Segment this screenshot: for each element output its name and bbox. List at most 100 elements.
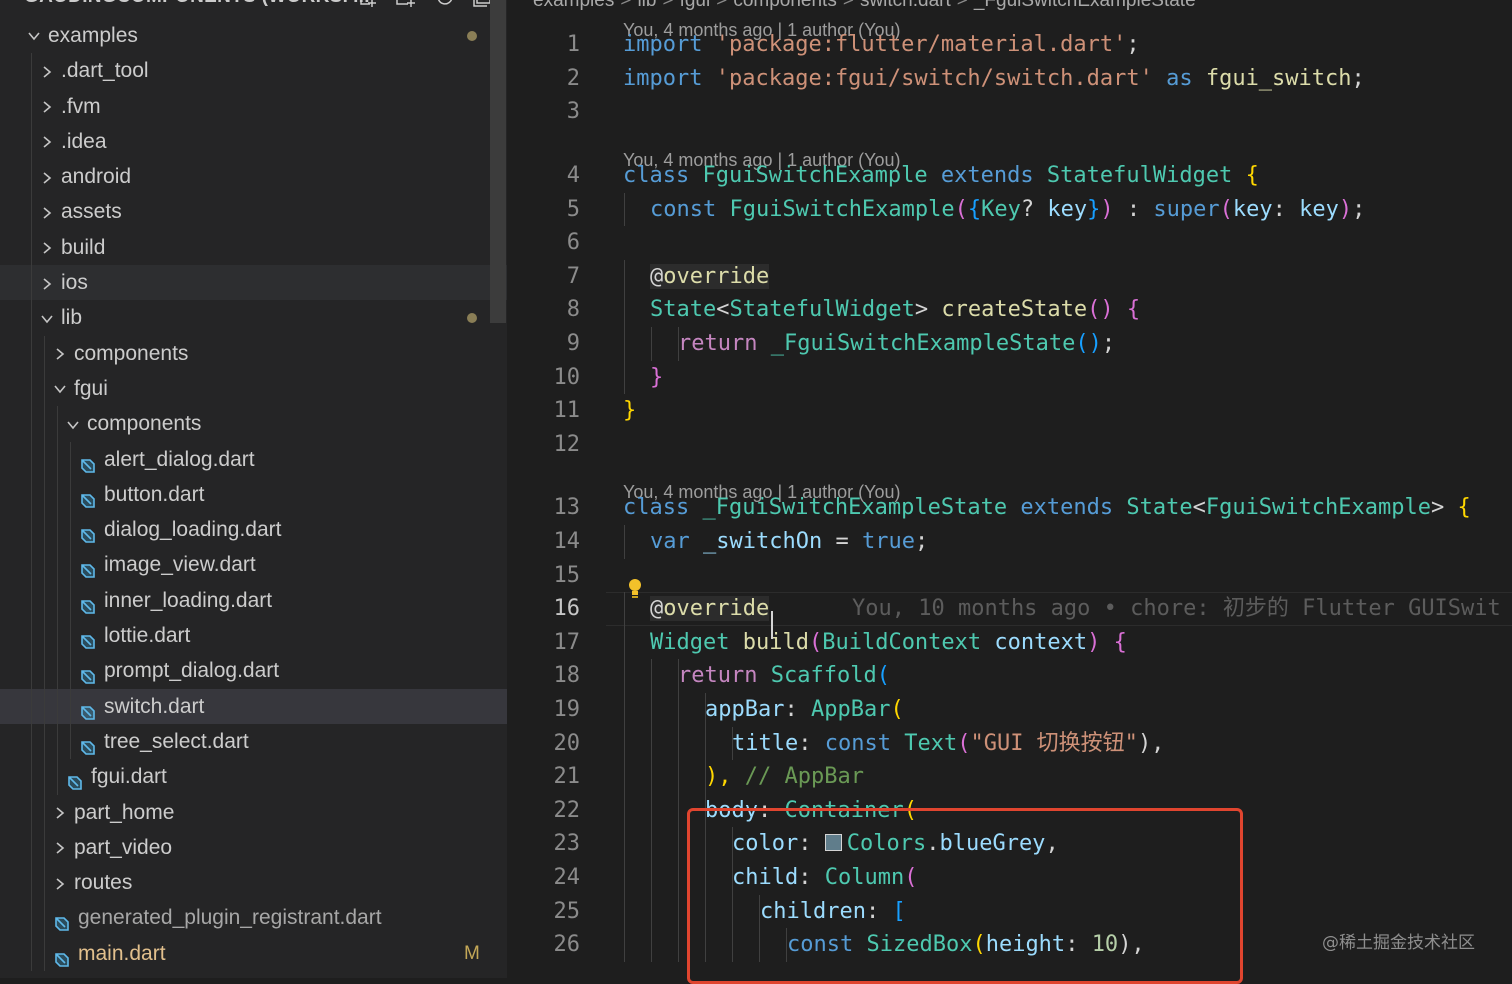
chevron-right-icon[interactable] xyxy=(50,830,70,865)
tree-file[interactable]: image_view.dart xyxy=(0,547,507,583)
tree-file[interactable]: button.dart xyxy=(0,476,507,513)
tree-folder[interactable]: .dart_tool xyxy=(0,53,507,89)
code-token: return xyxy=(678,331,758,356)
code-line[interactable]: 19 appBar: AppBar( xyxy=(507,693,1512,727)
code-token: ) xyxy=(1087,629,1101,655)
code-line[interactable]: 5 const FguiSwitchExample({Key? key}) : s… xyxy=(507,192,1512,227)
line-number: 22 xyxy=(553,797,581,823)
tree-file[interactable]: main.dart M xyxy=(0,935,507,972)
chevron-right-icon[interactable] xyxy=(37,194,57,229)
tree-folder[interactable]: build xyxy=(0,229,507,266)
code-line[interactable]: 13 class _FguiSwitchExampleState extends … xyxy=(507,491,1512,525)
tree-folder[interactable]: .idea xyxy=(0,123,507,160)
code-line[interactable]: 16 @override You, 10 months ago • chore: 初… xyxy=(507,592,1512,626)
code-token: 'package:fgui/switch/switch.dart' xyxy=(715,65,1153,91)
code-line[interactable]: 18 return Scaffold( xyxy=(507,659,1512,693)
code-line[interactable]: 14 var _switchOn = true; xyxy=(507,525,1512,559)
tree-folder[interactable]: components xyxy=(0,335,507,371)
breadcrumb-item[interactable]: fgui xyxy=(680,0,711,11)
chevron-right-icon[interactable] xyxy=(50,336,70,371)
tree-item-label: tree_select.dart xyxy=(104,729,249,753)
chevron-right-icon[interactable] xyxy=(37,230,57,265)
tree-folder[interactable]: fgui xyxy=(0,370,507,407)
dart-file-icon xyxy=(78,521,96,543)
code-text: import 'package:fgui/switch/switch.dart'… xyxy=(623,62,1365,96)
tree-folder[interactable]: .fvm xyxy=(0,88,507,124)
tree-folder[interactable]: routes xyxy=(0,865,507,901)
lightbulb-icon[interactable] xyxy=(627,578,643,600)
code-line[interactable]: 20 title: const Text("GUI 切换按钮"), xyxy=(507,726,1512,761)
tree-folder[interactable]: ios xyxy=(0,265,507,301)
dart-file-icon xyxy=(52,909,70,932)
new-file-icon[interactable] xyxy=(357,0,379,8)
tree-item-label: .idea xyxy=(61,129,107,153)
code-line[interactable]: 3 xyxy=(507,95,1512,129)
breadcrumb-item[interactable]: _FguiSwitchExampleState xyxy=(974,0,1196,11)
code-line[interactable]: 1 import 'package:flutter/material.dart'; xyxy=(507,28,1512,62)
tree-file[interactable]: dialog_loading.dart xyxy=(0,512,507,548)
chevron-right-icon[interactable] xyxy=(50,795,70,830)
tree-item-label: prompt_dialog.dart xyxy=(104,659,280,683)
chevron-right-icon[interactable] xyxy=(37,124,57,159)
code-token: _FguiSwitchExampleState xyxy=(770,331,1076,356)
dart-file-icon xyxy=(52,945,70,967)
code-line[interactable]: 15 xyxy=(507,559,1512,593)
code-line[interactable]: 21), // AppBar xyxy=(507,760,1512,794)
chevron-right-icon[interactable] xyxy=(37,53,57,88)
line-number: 24 xyxy=(553,865,581,890)
chevron-down-icon[interactable] xyxy=(24,18,44,53)
refresh-icon[interactable] xyxy=(434,0,456,8)
code-line[interactable]: 9 return _FguiSwitchExampleState(); xyxy=(507,327,1512,361)
tree-folder[interactable]: part_home xyxy=(0,794,507,830)
breadcrumb-item[interactable]: switch.dart xyxy=(860,0,951,11)
tree-folder[interactable]: examples xyxy=(0,18,507,53)
text-cursor xyxy=(771,611,773,639)
breadcrumb-item[interactable]: components xyxy=(733,0,837,11)
tree-file[interactable]: fgui.dart xyxy=(0,759,507,795)
tree-file[interactable]: inner_loading.dart xyxy=(0,582,507,619)
workspace-title[interactable]: GAODINGCOMPONENTS (WORKSP... xyxy=(24,0,370,8)
indent-guide xyxy=(44,335,45,371)
tree-folder[interactable]: android xyxy=(0,159,507,195)
indent-guide xyxy=(651,928,652,962)
chevron-right-icon[interactable] xyxy=(50,865,70,900)
indent-guide xyxy=(70,441,71,477)
tree-folder[interactable]: components xyxy=(0,406,507,442)
tree-file[interactable]: generated_plugin_registrant.dart xyxy=(0,900,507,936)
code-line[interactable]: 8 State<StatefulWidget> createState() { xyxy=(507,293,1512,327)
chevron-down-icon[interactable] xyxy=(50,371,70,406)
code-line[interactable]: 11} xyxy=(507,394,1512,428)
new-folder-icon[interactable] xyxy=(395,0,417,8)
chevron-right-icon[interactable] xyxy=(37,265,57,300)
tree-file[interactable]: prompt_dialog.dart xyxy=(0,653,507,689)
tree-folder[interactable]: part_video xyxy=(0,829,507,866)
code-token: < xyxy=(1192,495,1206,521)
chevron-down-icon[interactable] xyxy=(37,300,57,335)
tree-file[interactable]: alert_dialog.dart xyxy=(0,441,507,477)
tree-file[interactable]: lottie.dart xyxy=(0,618,507,654)
code-token: ( xyxy=(954,196,968,222)
code-line[interactable]: 7 @override xyxy=(507,259,1512,294)
code-line[interactable]: 4 class FguiSwitchExample extends Statefu… xyxy=(507,159,1512,193)
tree-item-label: button.dart xyxy=(104,482,205,506)
line-number: 26 xyxy=(553,932,581,958)
tree-file[interactable]: tree_select.dart xyxy=(0,723,507,760)
tree-file[interactable]: switch.dart xyxy=(0,688,507,724)
code-line[interactable]: 6 xyxy=(507,226,1512,260)
tree-folder[interactable]: assets xyxy=(0,194,507,230)
chevron-right-icon[interactable] xyxy=(37,89,57,124)
code-line[interactable]: 2 import 'package:fgui/switch/switch.dart… xyxy=(507,62,1512,96)
code-line[interactable]: 12 xyxy=(507,428,1512,462)
line-number: 8 xyxy=(566,297,580,323)
sidebar-scrollbar[interactable] xyxy=(490,0,506,323)
breadcrumb-item[interactable]: examples xyxy=(533,0,614,11)
breadcrumb-item[interactable]: lib xyxy=(637,0,656,11)
tree-folder[interactable]: lib xyxy=(0,300,507,336)
code-line[interactable]: 17 Widget build(BuildContext context) { xyxy=(507,625,1512,660)
chevron-down-icon[interactable] xyxy=(63,406,83,441)
indent-guide xyxy=(624,928,625,962)
chevron-right-icon[interactable] xyxy=(37,159,57,194)
code-line[interactable]: 10} xyxy=(507,360,1512,395)
dart-file-icon xyxy=(78,556,96,579)
